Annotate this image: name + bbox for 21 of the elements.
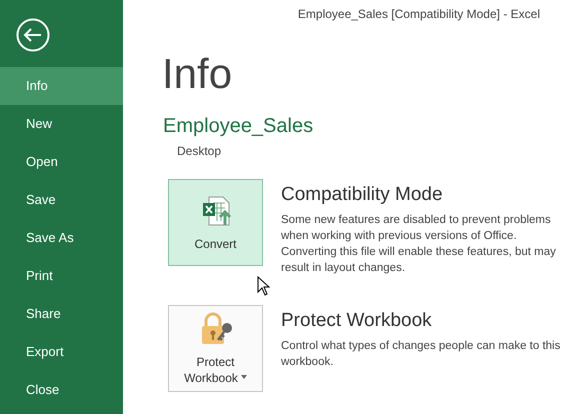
file-location: Desktop [177,144,222,158]
section-description: Some new features are disabled to prevent problems when working with previous versions of Office. Converting this file will enable these features, but may result in layout changes. [281,213,557,276]
sidebar-item[interactable]: Save [0,181,123,219]
sidebar-item[interactable]: Print [0,257,123,295]
protect-workbook-button[interactable]: Protect Workbook [168,305,263,392]
sidebar-item[interactable]: Export [0,333,123,371]
sidebar-item[interactable]: Share [0,295,123,333]
sidebar-item[interactable]: New [0,105,123,143]
page-heading: Info [162,49,234,99]
sidebar-item[interactable]: Close [0,371,123,409]
window-title: Employee_Sales [Compatibility Mode] - Excel [296,6,541,23]
file-name: Employee_Sales [163,115,314,138]
section-description: Control what types of changes people can make to this workbook. [281,339,562,370]
convert-button[interactable]: Convert [168,179,263,266]
back-icon[interactable] [16,18,50,52]
section-title: Compatibility Mode [281,184,444,206]
sidebar-item[interactable]: Info [0,67,123,105]
sidebar-item[interactable]: Open [0,143,123,181]
sidebar-item[interactable]: Save As [0,219,123,257]
section-title: Protect Workbook [281,310,433,332]
cursor-icon [257,276,271,296]
